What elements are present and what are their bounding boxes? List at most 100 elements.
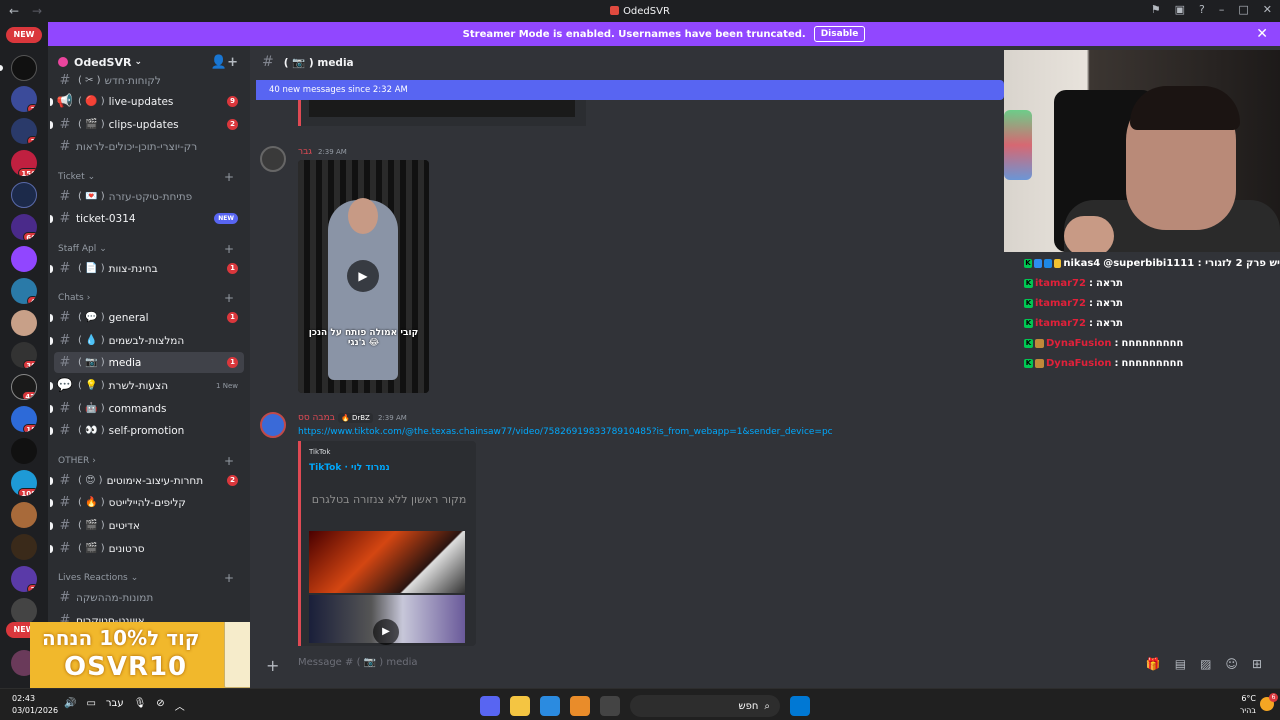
channel-emoji-design[interactable]: # ( 😍 ) תחרות-עיצוב-אימוטים 2 xyxy=(50,470,244,491)
server-icon[interactable]: 4 xyxy=(11,278,37,304)
chevron-right-icon: › xyxy=(86,293,91,303)
channel-recommend[interactable]: # ( 💧 ) המלצות-לבשמים xyxy=(50,330,244,351)
channel-movies[interactable]: # ( 🎬 ) סרטונים xyxy=(50,538,244,559)
category-other[interactable]: OTHER › + xyxy=(58,454,240,468)
mic-icon[interactable]: 🎙 xyxy=(134,698,147,713)
server-icon[interactable] xyxy=(11,502,37,528)
play-icon[interactable]: ▶ xyxy=(347,260,379,292)
help-icon[interactable]: ? xyxy=(1199,3,1205,16)
server-icon[interactable] xyxy=(11,438,37,464)
language-indicator[interactable]: עבר xyxy=(106,698,124,713)
server-icon[interactable]: 108 xyxy=(11,470,37,496)
channel-suggest[interactable]: 💬 ( 💡 ) הצעות-לשרת 1 New xyxy=(50,375,244,396)
inbox-icon[interactable]: ⚑ xyxy=(1151,3,1161,16)
server-icon[interactable]: 30 xyxy=(11,342,37,368)
file-explorer-icon[interactable] xyxy=(510,696,530,716)
server-icon[interactable] xyxy=(11,55,37,81)
message-author[interactable]: גבר xyxy=(298,147,312,157)
server-icon[interactable]: 18 xyxy=(11,406,37,432)
server-icon[interactable]: 2 xyxy=(11,86,37,112)
gift-icon[interactable]: 🎁 xyxy=(1146,657,1161,671)
server-icon[interactable]: 2 xyxy=(11,566,37,592)
disable-button[interactable]: Disable xyxy=(813,26,866,42)
attach-plus-icon[interactable]: + xyxy=(266,656,279,675)
apps-icon[interactable]: ⊞ xyxy=(1252,657,1262,671)
server-icon[interactable]: 156 xyxy=(11,150,37,176)
maximize-icon[interactable]: □ xyxy=(1238,3,1248,16)
close-banner-icon[interactable]: ✕ xyxy=(1256,26,1268,42)
server-icon[interactable] xyxy=(11,534,37,560)
twitch-server-icon[interactable] xyxy=(11,246,37,272)
category-lives[interactable]: Lives Reactions ⌄ + xyxy=(58,571,240,585)
taskbar-search[interactable]: חפש ⌕ xyxy=(630,695,780,717)
twitch-message: K DynaFusion: חחחחחחחחח xyxy=(1024,357,1184,369)
screen-icon[interactable]: ▣ xyxy=(1175,3,1185,16)
server-icon[interactable] xyxy=(11,310,37,336)
twitch-text: תראה xyxy=(1095,297,1123,309)
channel-live-updates[interactable]: 📢 ( 🔴 ) live-updates 9 xyxy=(50,91,244,112)
add-channel-icon[interactable]: + xyxy=(224,242,234,256)
channel-edits[interactable]: # ( 🎬 ) אדיטים xyxy=(50,515,244,536)
invite-icon[interactable]: 👤+ xyxy=(211,55,238,70)
network-icon[interactable]: ▭ xyxy=(86,698,95,713)
emoji-icon[interactable]: ☺ xyxy=(1225,657,1238,671)
channel-commands[interactable]: # ( 🤖 ) commands xyxy=(50,398,244,419)
video-attachment[interactable]: ▶ קובי אמולה פותח על הנכן ג'נגי 😂 xyxy=(298,160,429,393)
channel-pics[interactable]: # תמונות-מההשקה xyxy=(54,587,244,608)
category-chats[interactable]: Chats › + xyxy=(58,291,240,305)
add-channel-icon[interactable]: + xyxy=(224,291,234,305)
gif-icon[interactable]: ▤ xyxy=(1175,657,1186,671)
message-timestamp: 2:39 AM xyxy=(378,414,407,422)
minimize-icon[interactable]: – xyxy=(1219,3,1225,16)
channel-highlights[interactable]: # ( 🔥 ) קליפים-להיילייטס xyxy=(50,492,244,513)
server-icon[interactable]: 2 xyxy=(11,118,37,144)
previous-embed xyxy=(298,96,586,126)
obs-icon[interactable] xyxy=(570,696,590,716)
category-staff[interactable]: Staff Apl ⌄ + xyxy=(58,242,240,256)
app-icon[interactable] xyxy=(600,696,620,716)
server-icon[interactable] xyxy=(11,182,37,208)
discord-app-icon[interactable] xyxy=(480,696,500,716)
new-messages-bar[interactable]: 40 new messages since 2:32 AM xyxy=(256,80,1004,100)
weather-widget[interactable]: 6°C בהיר xyxy=(1240,693,1256,717)
message-input[interactable]: Message # ( 📷 ) media xyxy=(298,657,418,668)
avatar[interactable] xyxy=(260,412,286,438)
search-icon: ⌕ xyxy=(764,700,770,712)
close-icon[interactable]: ✕ xyxy=(1263,3,1272,16)
channel-name: תמונות-מההשקה xyxy=(76,591,154,604)
message-author[interactable]: במבה סס xyxy=(298,413,335,423)
chevron-up-icon[interactable]: ︿ xyxy=(175,698,185,713)
channel-self-promotion[interactable]: # ( 👀 ) self-promotion xyxy=(50,420,244,441)
channel-media[interactable]: # ( 📷 ) media 1 xyxy=(54,352,244,373)
streamer-mode-banner: Streamer Mode is enabled. Usernames have… xyxy=(48,22,1280,46)
channel-row[interactable]: #( ✂ ) לקוחות·חדש xyxy=(54,70,244,91)
server-icon[interactable]: 43 xyxy=(11,374,37,400)
add-channel-icon[interactable]: + xyxy=(224,571,234,585)
channel-clips-updates[interactable]: # ( 🎬 ) clips-updates 2 xyxy=(50,114,244,135)
chrome-icon[interactable] xyxy=(540,696,560,716)
play-icon[interactable]: ▶ xyxy=(373,619,399,645)
server-icon[interactable] xyxy=(11,598,37,624)
twitch-message: K itamar72: תראה xyxy=(1024,317,1123,329)
avatar[interactable] xyxy=(260,146,286,172)
sticker-icon[interactable]: ▨ xyxy=(1200,657,1211,671)
camera-off-icon[interactable]: ⊘ xyxy=(156,698,164,713)
channel-open-ticket[interactable]: # ( 💌 ) פתיחת-טיקט-עזרה xyxy=(54,186,244,207)
channel-general[interactable]: # ( 💬 ) general 1 xyxy=(50,307,244,328)
add-channel-icon[interactable]: + xyxy=(224,170,234,184)
link-embed[interactable]: TikTok TikTok · נמרוד לוי מקור ראשון ללא… xyxy=(298,441,476,646)
new-pill[interactable]: NEW xyxy=(6,27,42,43)
channel-creators[interactable]: # רק-יוצרי-תוכן-יכולים-לראות xyxy=(54,136,244,157)
server-icon[interactable]: 66 xyxy=(11,214,37,240)
mention-badge: 2 xyxy=(227,475,238,486)
embed-title[interactable]: TikTok · נמרוד לוי xyxy=(309,463,390,473)
volume-icon[interactable]: 🔊 xyxy=(64,698,76,713)
channel-ticket[interactable]: # ticket-0314 NEW xyxy=(50,208,244,229)
channel-team[interactable]: # ( 📄 ) בחינת-צוות 1 xyxy=(50,258,244,279)
windows-start-icon[interactable] xyxy=(790,696,810,716)
add-channel-icon[interactable]: + xyxy=(224,454,234,468)
category-ticket[interactable]: Ticket ⌄ + xyxy=(58,170,240,184)
message-link[interactable]: https://www.tiktok.com/@the.texas.chains… xyxy=(298,427,833,437)
clock[interactable]: 02:43 03/01/2026 xyxy=(12,693,58,717)
channel-name: אדיטים xyxy=(108,519,140,532)
